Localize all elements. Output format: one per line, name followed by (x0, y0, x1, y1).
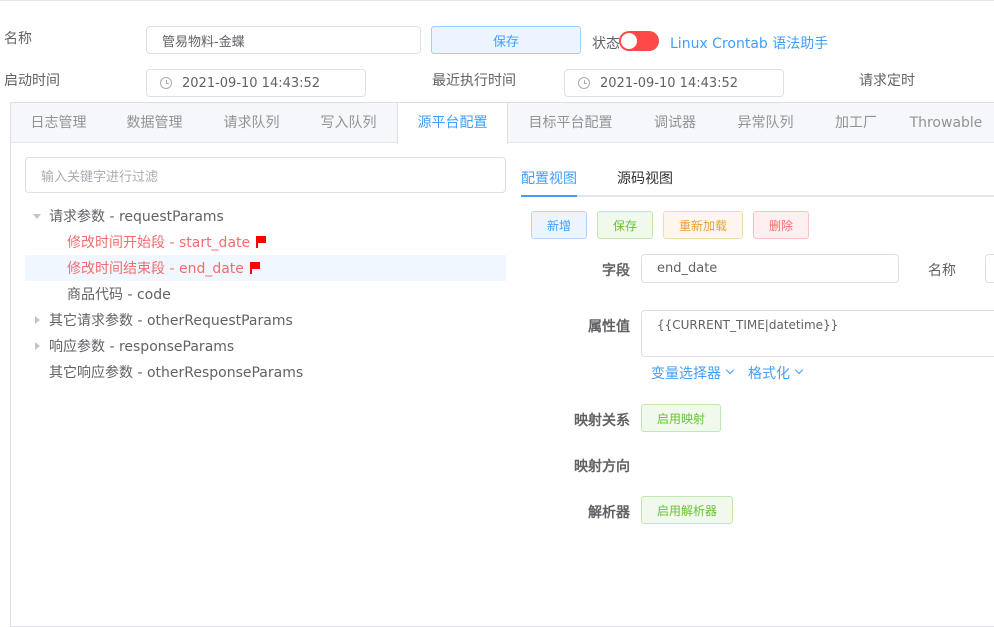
tree-node-label: 修改时间开始段 - start_date (67, 235, 251, 251)
top-divider (0, 0, 994, 1)
subtab-divider (521, 195, 994, 197)
reload-button[interactable]: 重新加载 (663, 211, 743, 239)
schedule-label: 请求定时 (859, 73, 915, 89)
parser-label: 解析器 (588, 505, 630, 521)
name-input[interactable]: 管易物料-金蝶 (146, 26, 421, 54)
start-time-input[interactable]: 2021-09-10 14:43:52 (146, 69, 366, 97)
tree-node-label: 商品代码 - code (67, 287, 171, 303)
tree-node-request-params[interactable]: 请求参数 - requestParams (25, 203, 506, 229)
attr-label: 属性值 (588, 319, 630, 335)
delete-button[interactable]: 删除 (753, 211, 809, 239)
tree-node-label: 修改时间结束段 - end_date (67, 261, 244, 277)
tree-node-other-response-params[interactable]: 其它响应参数 - otherResponseParams (25, 359, 506, 385)
tab-target-platform-config[interactable]: 目标平台配置 (508, 103, 633, 143)
tree-node-response-params[interactable]: 响应参数 - responseParams (25, 333, 506, 359)
crontab-helper-link[interactable]: Linux Crontab 语法助手 (670, 33, 828, 53)
variable-selector-label: 变量选择器 (651, 366, 721, 382)
switch-knob (621, 33, 637, 49)
tab-bar: 日志管理 数据管理 请求队列 写入队列 源平台配置 目标平台配置 调试器 异常队… (11, 103, 994, 144)
attr-textarea[interactable]: {{CURRENT_TIME|datetime}} (641, 310, 994, 357)
flag-icon (256, 236, 267, 248)
tab-log-management[interactable]: 日志管理 (11, 103, 106, 143)
form-name-input[interactable] (985, 254, 994, 283)
tree-node-label: 其它响应参数 - otherResponseParams (49, 365, 304, 381)
tree-node-code[interactable]: 商品代码 - code (25, 281, 506, 307)
form-name-label: 名称 (928, 263, 956, 279)
start-time-value: 2021-09-10 14:43:52 (182, 75, 321, 91)
tab-exception-queue[interactable]: 异常队列 (717, 103, 814, 143)
format-dropdown[interactable]: 格式化 (748, 363, 804, 383)
header-save-button[interactable]: 保存 (431, 26, 581, 54)
caret-right-icon (35, 342, 40, 350)
subtab-config-view[interactable]: 配置视图 (521, 168, 577, 188)
enable-parser-button[interactable]: 启用解析器 (641, 496, 733, 524)
name-input-value: 管易物料-金蝶 (162, 34, 245, 50)
tree-node-label: 请求参数 - requestParams (49, 209, 224, 225)
tab-write-queue[interactable]: 写入队列 (300, 103, 397, 143)
tree-node-label: 响应参数 - responseParams (49, 339, 235, 355)
field-input-value: end_date (657, 261, 718, 276)
format-label: 格式化 (748, 366, 790, 382)
tree-node-end-date[interactable]: 修改时间结束段 - end_date (25, 255, 506, 281)
status-label: 状态 (592, 36, 620, 52)
tree-node-label: 其它请求参数 - otherRequestParams (49, 313, 293, 329)
chevron-down-icon (794, 365, 804, 375)
tree-filter-input[interactable]: 输入关键字进行过滤 (25, 157, 506, 193)
last-exec-value: 2021-09-10 14:43:52 (600, 75, 739, 91)
field-input[interactable]: end_date (641, 254, 899, 283)
tab-source-platform-config[interactable]: 源平台配置 (397, 103, 508, 144)
chevron-down-icon (725, 365, 735, 375)
tab-factory[interactable]: 加工厂 (814, 103, 898, 143)
subtab-active-ink (521, 195, 577, 197)
flag-icon (249, 262, 260, 274)
last-exec-input[interactable]: 2021-09-10 14:43:52 (564, 69, 784, 97)
start-time-label: 启动时间 (4, 73, 60, 89)
caret-down-icon (33, 214, 41, 219)
tab-throwable[interactable]: Throwable (898, 103, 994, 143)
status-switch[interactable] (619, 31, 659, 51)
attr-value: {{CURRENT_TIME|datetime}} (657, 318, 839, 332)
clock-icon (578, 77, 590, 89)
add-button[interactable]: 新增 (531, 211, 587, 239)
mapping-direction-label: 映射方向 (574, 459, 630, 475)
tree-node-other-request-params[interactable]: 其它请求参数 - otherRequestParams (25, 307, 506, 333)
tree-node-start-date[interactable]: 修改时间开始段 - start_date (25, 229, 506, 255)
tab-data-management[interactable]: 数据管理 (106, 103, 203, 143)
tab-debugger[interactable]: 调试器 (633, 103, 717, 143)
variable-selector-dropdown[interactable]: 变量选择器 (651, 363, 735, 383)
last-exec-label: 最近执行时间 (432, 73, 516, 89)
name-label: 名称 (4, 31, 32, 47)
clock-icon (160, 77, 172, 89)
mapping-label: 映射关系 (574, 413, 630, 429)
enable-mapping-button[interactable]: 启用映射 (641, 404, 721, 432)
filter-placeholder: 输入关键字进行过滤 (41, 169, 159, 185)
save-button[interactable]: 保存 (597, 211, 653, 239)
subtab-source-view[interactable]: 源码视图 (617, 168, 673, 188)
caret-right-icon (35, 316, 40, 324)
tab-request-queue[interactable]: 请求队列 (203, 103, 300, 143)
field-label: 字段 (602, 263, 630, 279)
